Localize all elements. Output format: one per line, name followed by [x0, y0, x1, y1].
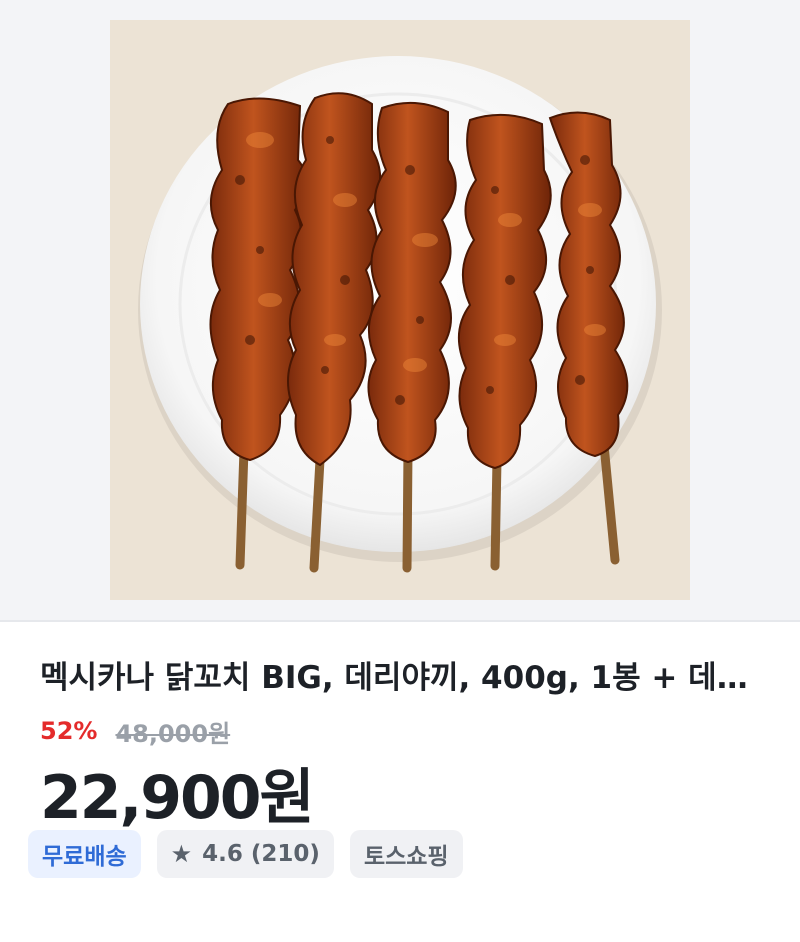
review-count: (210): [250, 841, 320, 867]
price-row: 52% 48,000원: [40, 714, 230, 748]
product-image[interactable]: [110, 20, 690, 600]
sale-price: 22,900원: [40, 763, 315, 833]
free-shipping-badge: 무료배송: [28, 830, 141, 878]
discount-rate: 52%: [40, 717, 98, 745]
free-shipping-label: 무료배송: [42, 844, 127, 870]
rating-badge[interactable]: ★ 4.6 (210): [156, 830, 334, 878]
product-title[interactable]: 멕시카나 닭꼬치 BIG, 데리야끼, 400g, 1봉 + 데리야끼 소스, …: [40, 656, 764, 700]
seller-label: 토스쇼핑: [363, 844, 449, 870]
rating-value: 4.6: [202, 841, 243, 867]
original-price: 48,000원: [115, 719, 231, 748]
badge-row: 무료배송 ★ 4.6 (210) 토스쇼핑: [28, 830, 463, 878]
star-icon: ★: [170, 840, 193, 868]
product-image-area: [0, 0, 800, 622]
skewer-photo-illustration: [110, 20, 690, 600]
seller-badge[interactable]: 토스쇼핑: [349, 830, 463, 878]
